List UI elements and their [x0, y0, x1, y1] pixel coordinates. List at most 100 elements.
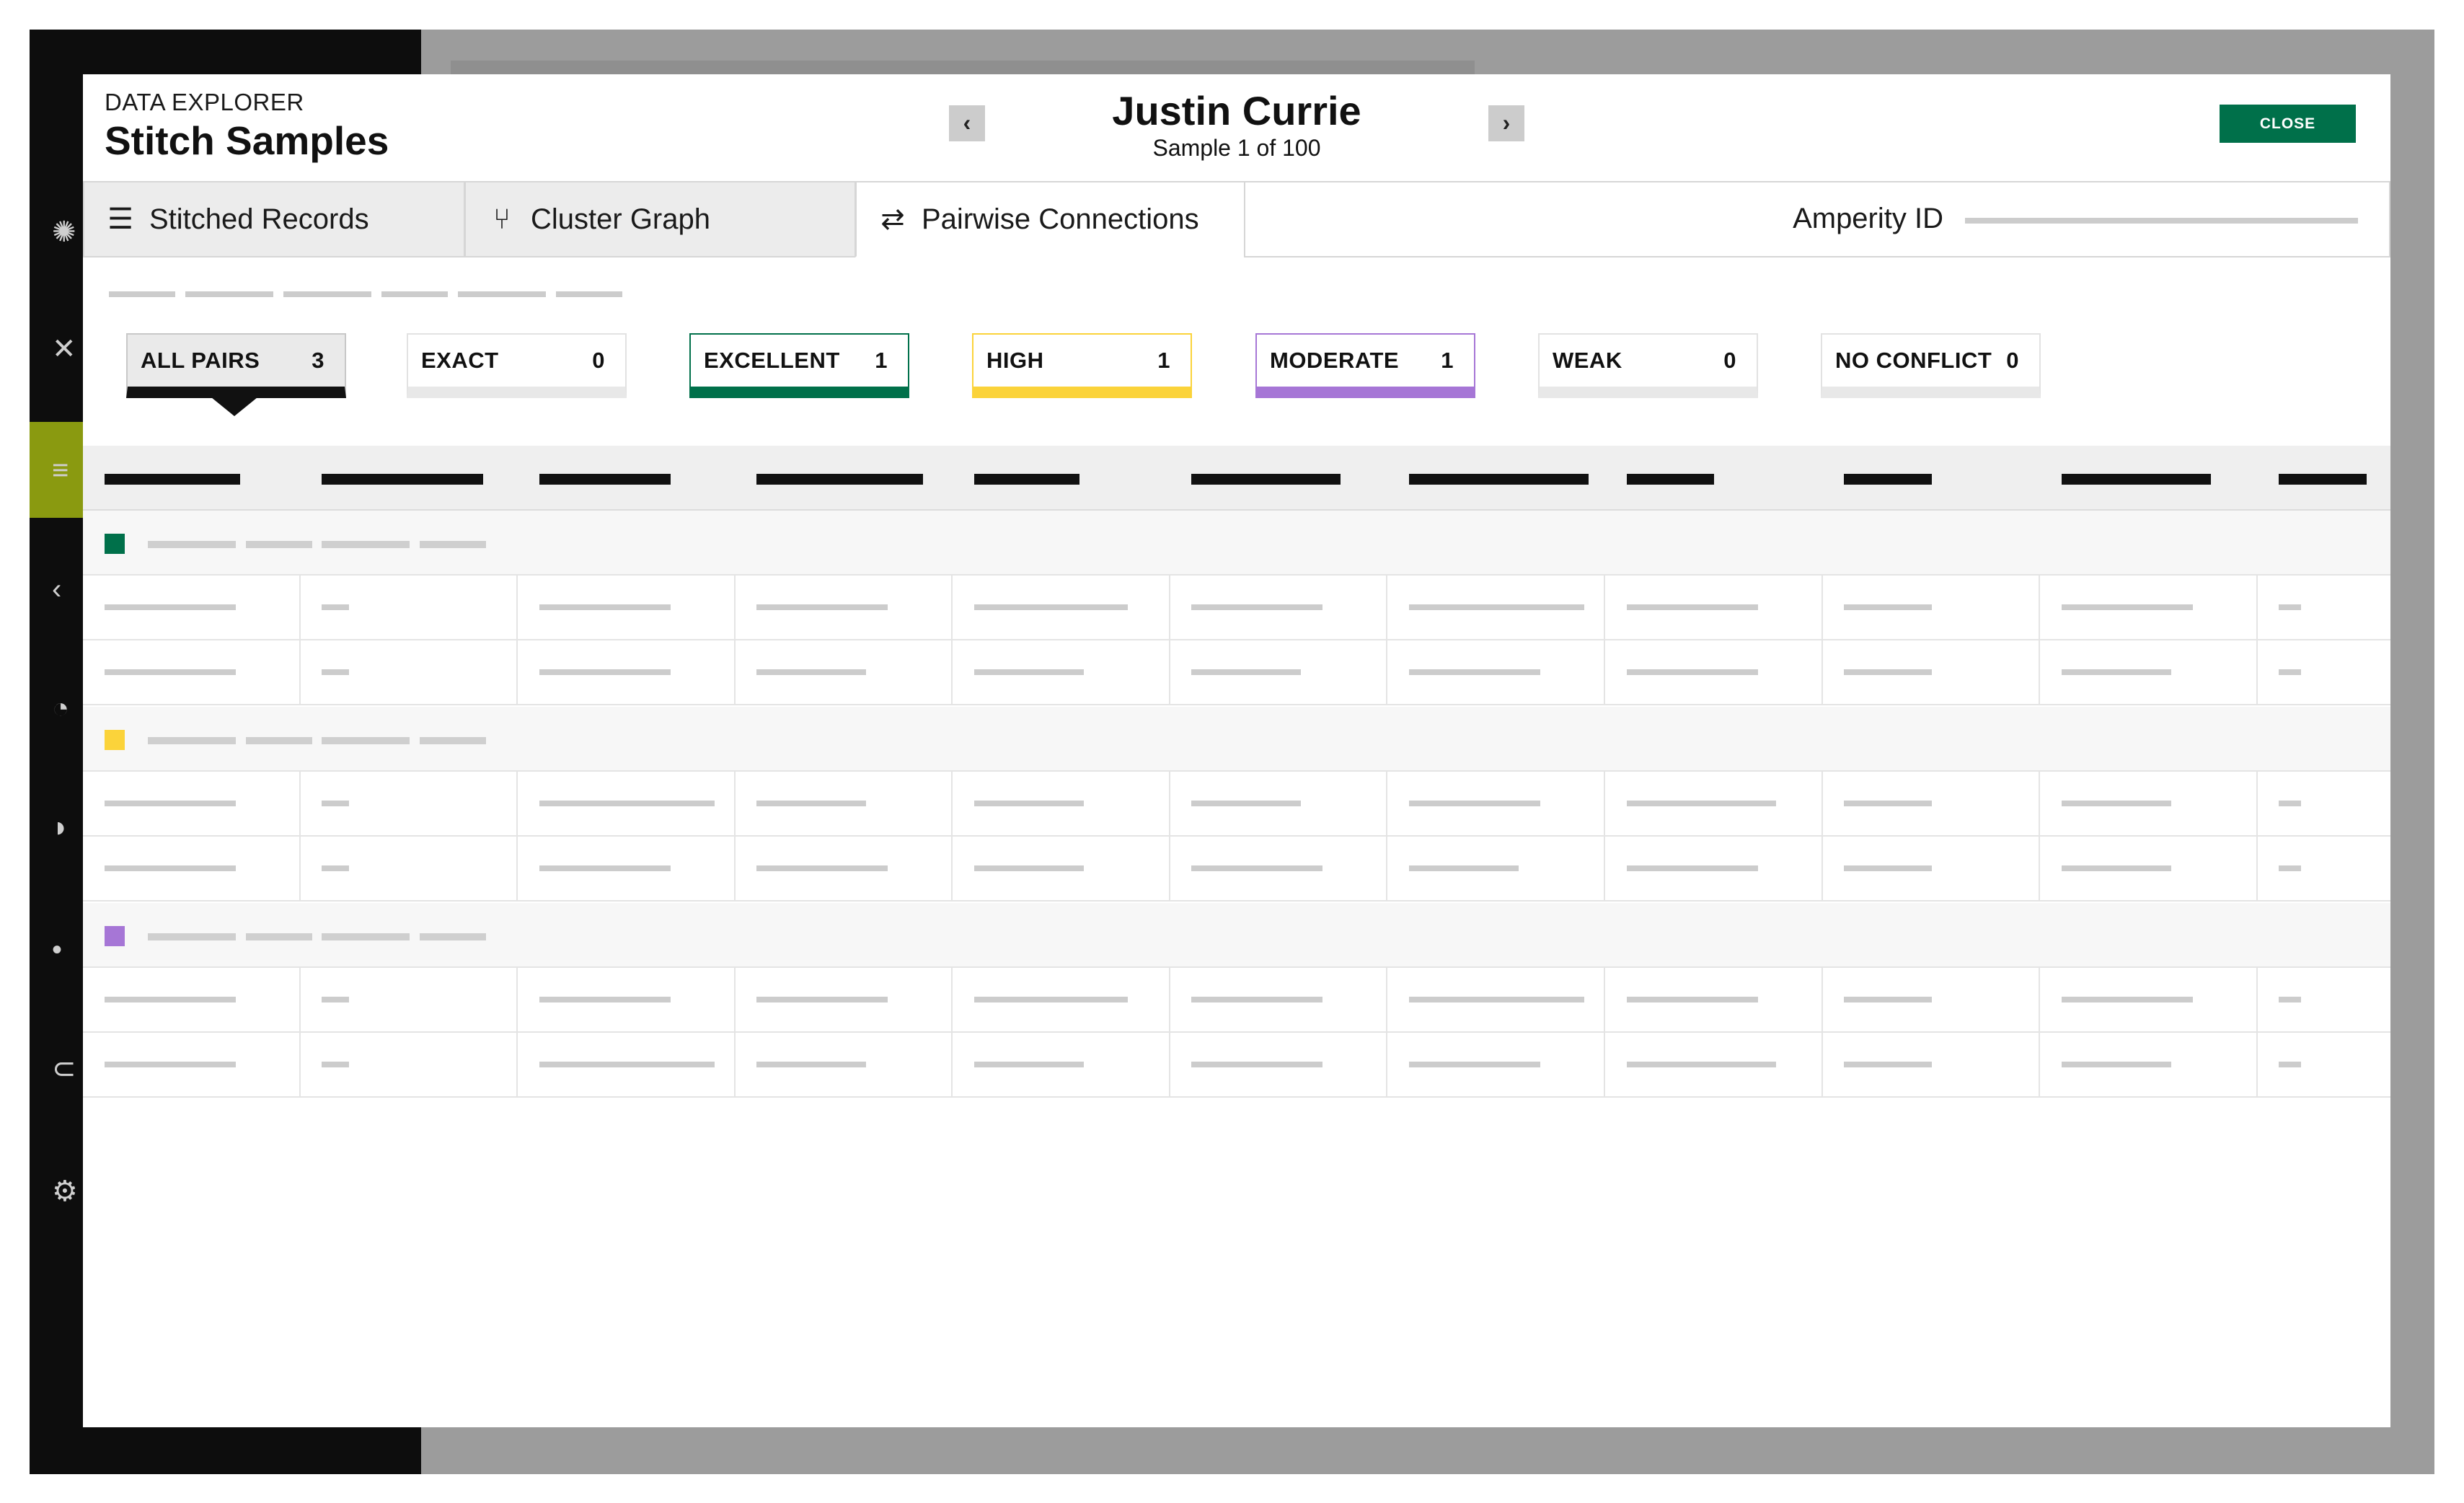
cell-value-placeholder	[756, 997, 888, 1002]
column-header-placeholder[interactable]	[539, 474, 671, 485]
cell-value-placeholder	[322, 997, 349, 1002]
table-cell	[518, 837, 736, 902]
tab-stitched-records[interactable]: ☰ Stitched Records	[83, 181, 465, 257]
table-cell	[953, 968, 1170, 1033]
table-cell	[735, 968, 953, 1033]
table-cell	[735, 1033, 953, 1098]
group-row-excellent[interactable]	[83, 511, 2390, 576]
cell-value-placeholder	[1409, 669, 1540, 675]
table-row[interactable]	[83, 837, 2390, 902]
cell-value-placeholder	[2062, 865, 2171, 871]
filter-count: 0	[2006, 348, 2019, 373]
stitch-samples-modal: DATA EXPLORER Stitch Samples Justin Curr…	[83, 74, 2390, 1427]
table-cell	[2040, 772, 2258, 837]
table-row[interactable]	[83, 968, 2390, 1033]
table-cell	[953, 576, 1170, 640]
cell-value-placeholder	[756, 865, 888, 871]
flow-icon[interactable]: •	[52, 934, 84, 966]
filter-all-pairs[interactable]: ALL PAIRS 3	[126, 333, 346, 398]
cell-value-placeholder	[2062, 1062, 2171, 1067]
column-header-placeholder[interactable]	[322, 474, 483, 485]
chevron-left-icon: ‹	[963, 110, 971, 136]
swap-arrows-icon: ⇄	[880, 203, 905, 235]
cell-value-placeholder	[756, 669, 866, 675]
table-cell	[1605, 576, 1823, 640]
previous-sample-button[interactable]: ‹	[949, 105, 985, 141]
group-label-placeholder	[246, 541, 312, 548]
chat-icon[interactable]: ◗	[52, 811, 84, 843]
group-label-placeholder	[322, 933, 410, 940]
column-header-placeholder[interactable]	[1627, 474, 1714, 485]
cell-value-placeholder	[1844, 604, 1932, 610]
cell-value-placeholder	[974, 865, 1084, 871]
tab-label: Pairwise Connections	[922, 203, 1199, 235]
close-button[interactable]: CLOSE	[2220, 105, 2356, 143]
table-cell	[1605, 837, 1823, 902]
filter-count: 1	[1441, 348, 1454, 373]
selected-filter-pointer	[211, 397, 257, 416]
column-header-placeholder[interactable]	[2062, 474, 2211, 485]
table-row[interactable]	[83, 576, 2390, 640]
table-cell	[518, 1033, 736, 1098]
table-cell	[300, 576, 518, 640]
filter-exact[interactable]: EXACT 0	[407, 333, 627, 398]
connector-icon[interactable]: ✕	[52, 333, 84, 365]
filter-count: 0	[1723, 348, 1736, 373]
filter-moderate[interactable]: MODERATE 1	[1255, 333, 1475, 398]
group-row-high[interactable]	[83, 707, 2390, 772]
cell-value-placeholder	[105, 604, 236, 610]
group-label-placeholder	[420, 933, 486, 940]
column-header-placeholder[interactable]	[756, 474, 923, 485]
column-header-placeholder[interactable]	[1844, 474, 1932, 485]
table-row[interactable]	[83, 640, 2390, 705]
tab-cluster-graph[interactable]: ⑂ Cluster Graph	[464, 181, 856, 257]
table-cell	[83, 576, 301, 640]
branch-icon: ⑂	[493, 203, 511, 235]
code-icon[interactable]: ‹	[52, 573, 84, 605]
column-header-placeholder[interactable]	[974, 474, 1079, 485]
tab-pairwise-connections[interactable]: ⇄ Pairwise Connections	[855, 181, 1245, 257]
table-cell	[300, 640, 518, 705]
group-label-placeholder	[148, 933, 236, 940]
table-cell	[1170, 1033, 1387, 1098]
table-cell	[300, 772, 518, 837]
group-row-moderate[interactable]	[83, 903, 2390, 968]
next-sample-button[interactable]: ›	[1488, 105, 1524, 141]
table-cell	[1605, 640, 1823, 705]
cell-value-placeholder	[2062, 604, 2193, 610]
filter-high[interactable]: HIGH 1	[972, 333, 1192, 398]
cell-value-placeholder	[322, 801, 349, 806]
column-header-placeholder[interactable]	[1409, 474, 1589, 485]
table-cell	[2257, 1033, 2390, 1098]
table-row[interactable]	[83, 772, 2390, 837]
cell-value-placeholder	[1409, 801, 1540, 806]
column-header-placeholder[interactable]	[1191, 474, 1341, 485]
target-icon[interactable]: ◔	[52, 692, 84, 724]
table-cell	[83, 968, 301, 1033]
table-header	[83, 446, 2390, 511]
filter-excellent[interactable]: EXCELLENT 1	[689, 333, 909, 398]
cell-value-placeholder	[2062, 997, 2193, 1002]
filter-label: HIGH	[986, 348, 1044, 373]
filter-no-conflict[interactable]: NO CONFLICT 0	[1821, 333, 2041, 398]
gear-icon[interactable]: ⚙	[52, 1176, 84, 1207]
table-cell	[2257, 576, 2390, 640]
network-icon[interactable]: ✺	[52, 216, 84, 248]
toggle-icon[interactable]: ⊂	[52, 1053, 84, 1085]
table-cell	[1605, 968, 1823, 1033]
table-row[interactable]	[83, 1033, 2390, 1098]
table-cell	[953, 772, 1170, 837]
cell-value-placeholder	[322, 865, 349, 871]
database-icon[interactable]: ≡	[52, 454, 84, 486]
cell-value-placeholder	[1191, 1062, 1322, 1067]
group-label-placeholder	[322, 737, 410, 744]
filter-weak[interactable]: WEAK 0	[1538, 333, 1758, 398]
table-cell	[2040, 1033, 2258, 1098]
table-cell	[1605, 1033, 1823, 1098]
column-header-placeholder[interactable]	[105, 474, 240, 485]
column-header-placeholder[interactable]	[2279, 474, 2367, 485]
cell-value-placeholder	[539, 669, 671, 675]
table-cell	[518, 640, 736, 705]
cell-value-placeholder	[1844, 669, 1932, 675]
cell-value-placeholder	[1844, 1062, 1932, 1067]
